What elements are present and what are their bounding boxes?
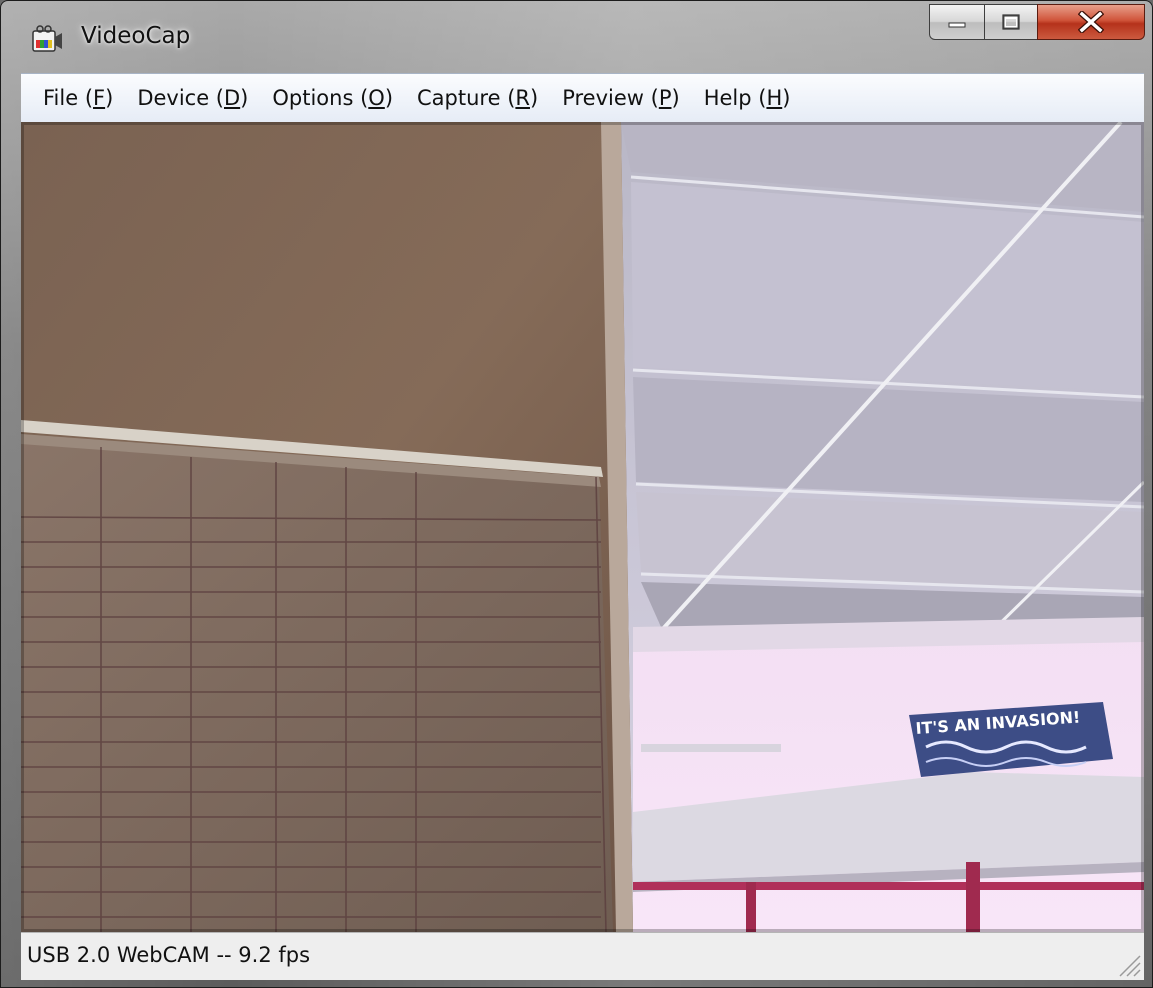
menu-device[interactable]: Device (D) (125, 74, 260, 123)
videocap-window: VideoCap File (F) Device (D) Options (O)… (0, 0, 1153, 988)
resize-grip-icon[interactable] (1114, 950, 1142, 978)
status-bar: USB 2.0 WebCAM -- 9.2 fps (21, 932, 1144, 980)
menu-capture[interactable]: Capture (R) (405, 74, 550, 123)
menu-help[interactable]: Help (H) (692, 74, 803, 123)
close-button[interactable] (1037, 4, 1145, 40)
menu-bar: File (F) Device (D) Options (O) Capture … (21, 73, 1144, 122)
video-preview[interactable]: IT'S AN INVASION! (21, 122, 1144, 932)
menu-preview[interactable]: Preview (P) (550, 74, 692, 123)
menu-file[interactable]: File (F) (21, 74, 125, 123)
minimize-icon (948, 22, 966, 28)
status-text: USB 2.0 WebCAM -- 9.2 fps (27, 943, 311, 967)
window-title: VideoCap (81, 23, 191, 49)
menu-options[interactable]: Options (O) (260, 74, 405, 123)
minimize-button[interactable] (929, 4, 985, 40)
camera-app-icon[interactable] (31, 25, 63, 55)
maximize-button[interactable] (984, 4, 1038, 40)
title-bar[interactable]: VideoCap (1, 1, 1152, 71)
close-icon (1078, 11, 1104, 33)
maximize-icon (1002, 14, 1020, 30)
